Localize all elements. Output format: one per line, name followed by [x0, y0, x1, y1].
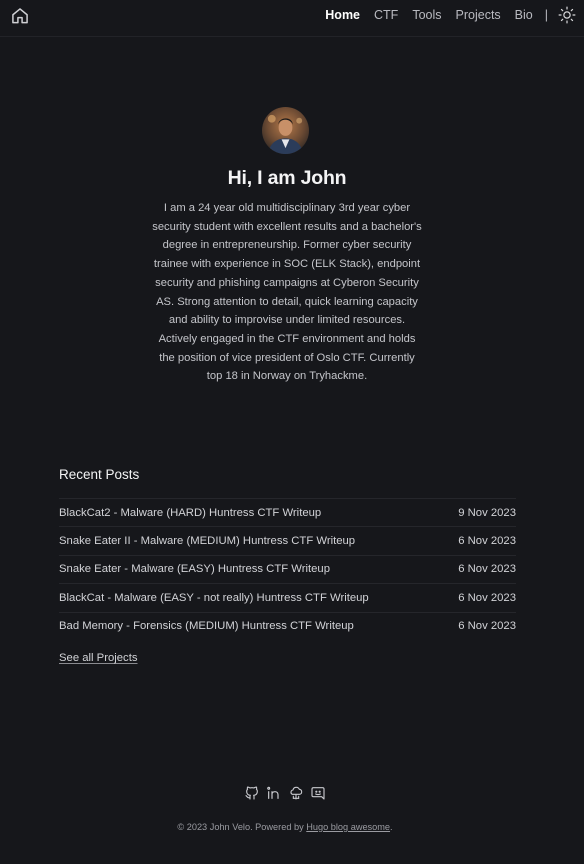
- footer-theme-link[interactable]: Hugo blog awesome: [306, 822, 390, 832]
- github-icon[interactable]: [244, 785, 260, 801]
- post-title[interactable]: BlackCat2 - Malware (HARD) Huntress CTF …: [59, 507, 321, 519]
- top-navigation-bar: Home CTF Tools Projects Bio |: [0, 0, 584, 37]
- nav-separator: |: [544, 8, 548, 22]
- post-title[interactable]: Bad Memory - Forensics (MEDIUM) Huntress…: [59, 620, 354, 632]
- linkedin-icon[interactable]: [266, 785, 282, 801]
- home-icon[interactable]: [10, 6, 30, 26]
- list-item[interactable]: BlackCat2 - Malware (HARD) Huntress CTF …: [59, 498, 516, 526]
- social-links: [0, 785, 570, 801]
- post-date: 9 Nov 2023: [458, 506, 516, 519]
- post-date: 6 Nov 2023: [458, 563, 516, 576]
- nav-item-ctf[interactable]: CTF: [374, 8, 398, 22]
- footer-copyright: © 2023 John Velo. Powered by: [177, 822, 307, 832]
- list-item[interactable]: Snake Eater II - Malware (MEDIUM) Huntre…: [59, 526, 516, 554]
- main-nav: Home CTF Tools Projects Bio |: [311, 0, 576, 30]
- post-title[interactable]: Snake Eater II - Malware (MEDIUM) Huntre…: [59, 535, 355, 547]
- footer: © 2023 John Velo. Powered by Hugo blog a…: [0, 822, 570, 832]
- recent-posts-list: BlackCat2 - Malware (HARD) Huntress CTF …: [59, 498, 516, 640]
- hero-title: Hi, I am John: [227, 167, 347, 189]
- nav-item-home[interactable]: Home: [325, 8, 360, 22]
- post-date: 6 Nov 2023: [458, 620, 516, 633]
- nav-item-bio[interactable]: Bio: [515, 8, 533, 22]
- avatar: [262, 107, 309, 154]
- post-title[interactable]: BlackCat - Malware (EASY - not really) H…: [59, 592, 369, 604]
- list-item[interactable]: Bad Memory - Forensics (MEDIUM) Huntress…: [59, 611, 516, 640]
- post-title[interactable]: Snake Eater - Malware (EASY) Huntress CT…: [59, 563, 330, 575]
- sun-icon[interactable]: [558, 6, 576, 24]
- discord-icon[interactable]: [310, 785, 326, 801]
- list-item[interactable]: Snake Eater - Malware (EASY) Huntress CT…: [59, 554, 516, 583]
- bio-text: I am a 24 year old multidisciplinary 3rd…: [152, 202, 422, 383]
- nav-item-projects[interactable]: Projects: [456, 8, 501, 22]
- post-date: 6 Nov 2023: [458, 591, 516, 604]
- recent-posts-heading: Recent Posts: [59, 467, 140, 482]
- nav-item-tools[interactable]: Tools: [412, 8, 441, 22]
- see-all-projects-link[interactable]: See all Projects: [59, 652, 138, 664]
- footer-suffix: .: [390, 822, 393, 832]
- list-item[interactable]: BlackCat - Malware (EASY - not really) H…: [59, 583, 516, 611]
- post-date: 6 Nov 2023: [458, 535, 516, 548]
- cloud-network-icon[interactable]: [288, 785, 304, 801]
